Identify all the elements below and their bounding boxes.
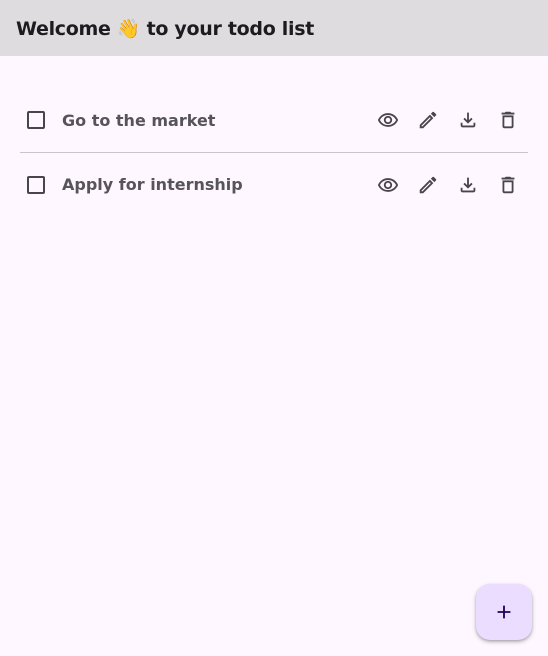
- trash-icon: [501, 176, 515, 193]
- download-button[interactable]: [448, 100, 488, 140]
- delete-button[interactable]: [488, 100, 528, 140]
- eye-icon: [377, 113, 399, 127]
- pencil-icon: [419, 176, 437, 193]
- edit-button[interactable]: [408, 100, 448, 140]
- app-title: Welcome 👋 to your todo list: [16, 17, 314, 40]
- delete-button[interactable]: [488, 165, 528, 205]
- add-todo-button[interactable]: [476, 584, 532, 640]
- app-bar: Welcome 👋 to your todo list: [0, 0, 548, 56]
- todo-actions: [368, 153, 528, 216]
- view-button[interactable]: [368, 165, 408, 205]
- pencil-icon: [419, 111, 437, 129]
- todo-item: Apply for internship: [20, 153, 528, 216]
- todo-app: Welcome 👋 to your todo list Go to the ma…: [0, 0, 548, 656]
- trash-icon: [501, 111, 515, 129]
- eye-icon: [377, 177, 399, 192]
- todo-item: Go to the market: [20, 88, 528, 152]
- todo-label: Go to the market: [62, 110, 216, 130]
- todo-list: Go to the market Apply for internship: [20, 88, 528, 216]
- download-button[interactable]: [448, 165, 488, 205]
- todo-label: Apply for internship: [62, 175, 243, 194]
- edit-button[interactable]: [408, 165, 448, 205]
- todo-checkbox[interactable]: [27, 175, 45, 194]
- view-button[interactable]: [368, 100, 408, 140]
- todo-checkbox[interactable]: [27, 111, 45, 129]
- download-icon: [460, 112, 476, 128]
- plus-icon: [497, 605, 511, 619]
- download-icon: [460, 177, 476, 192]
- todo-actions: [368, 88, 528, 152]
